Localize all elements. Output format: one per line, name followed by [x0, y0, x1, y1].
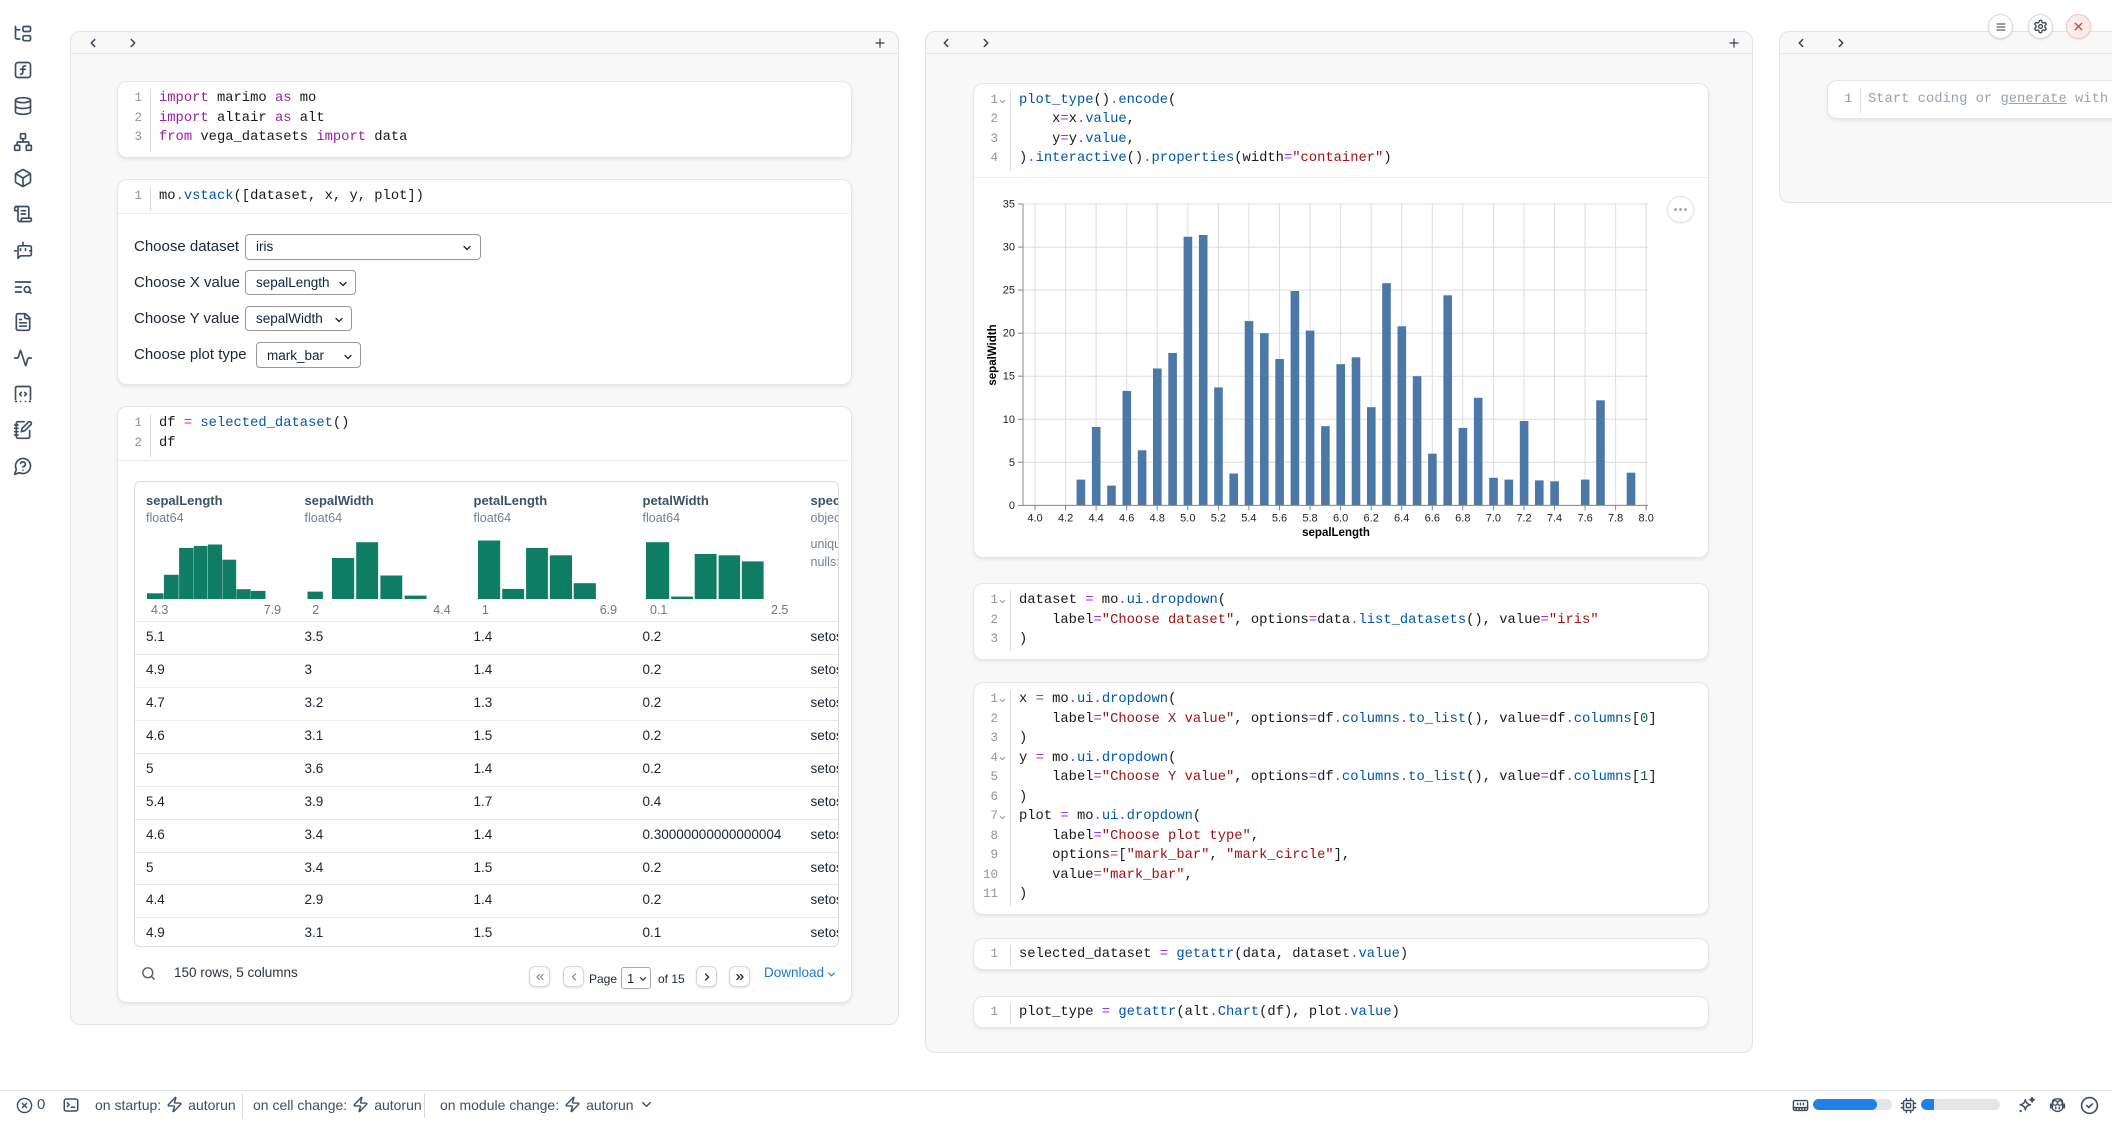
svg-text:6.8: 6.8	[1455, 512, 1470, 524]
svg-text:5: 5	[1009, 457, 1015, 469]
svg-text:6.4: 6.4	[1394, 512, 1409, 524]
svg-text:4.4: 4.4	[1088, 512, 1103, 524]
svg-text:7.2: 7.2	[1516, 512, 1531, 524]
svg-text:25: 25	[1003, 285, 1015, 297]
svg-text:6.6: 6.6	[1425, 512, 1440, 524]
svg-text:sepalLength: sepalLength	[1302, 527, 1370, 539]
svg-text:5.8: 5.8	[1302, 512, 1317, 524]
svg-text:sepalWidth: sepalWidth	[987, 324, 999, 385]
svg-text:15: 15	[1003, 371, 1015, 383]
svg-text:6.0: 6.0	[1333, 512, 1348, 524]
svg-text:5.6: 5.6	[1272, 512, 1287, 524]
svg-text:4.8: 4.8	[1150, 512, 1165, 524]
svg-text:30: 30	[1003, 242, 1015, 254]
svg-text:7.0: 7.0	[1486, 512, 1501, 524]
svg-text:5.0: 5.0	[1180, 512, 1195, 524]
svg-text:5.2: 5.2	[1211, 512, 1226, 524]
svg-text:0: 0	[1009, 500, 1015, 512]
svg-text:20: 20	[1003, 328, 1015, 340]
svg-text:7.6: 7.6	[1577, 512, 1592, 524]
svg-text:10: 10	[1003, 414, 1015, 426]
svg-text:35: 35	[1003, 199, 1015, 211]
svg-text:7.8: 7.8	[1608, 512, 1623, 524]
svg-text:4.6: 4.6	[1119, 512, 1134, 524]
svg-text:4.2: 4.2	[1058, 512, 1073, 524]
svg-text:5.4: 5.4	[1241, 512, 1256, 524]
svg-text:7.4: 7.4	[1547, 512, 1562, 524]
svg-text:4.0: 4.0	[1027, 512, 1042, 524]
svg-text:6.2: 6.2	[1364, 512, 1379, 524]
svg-text:8.0: 8.0	[1639, 512, 1654, 524]
